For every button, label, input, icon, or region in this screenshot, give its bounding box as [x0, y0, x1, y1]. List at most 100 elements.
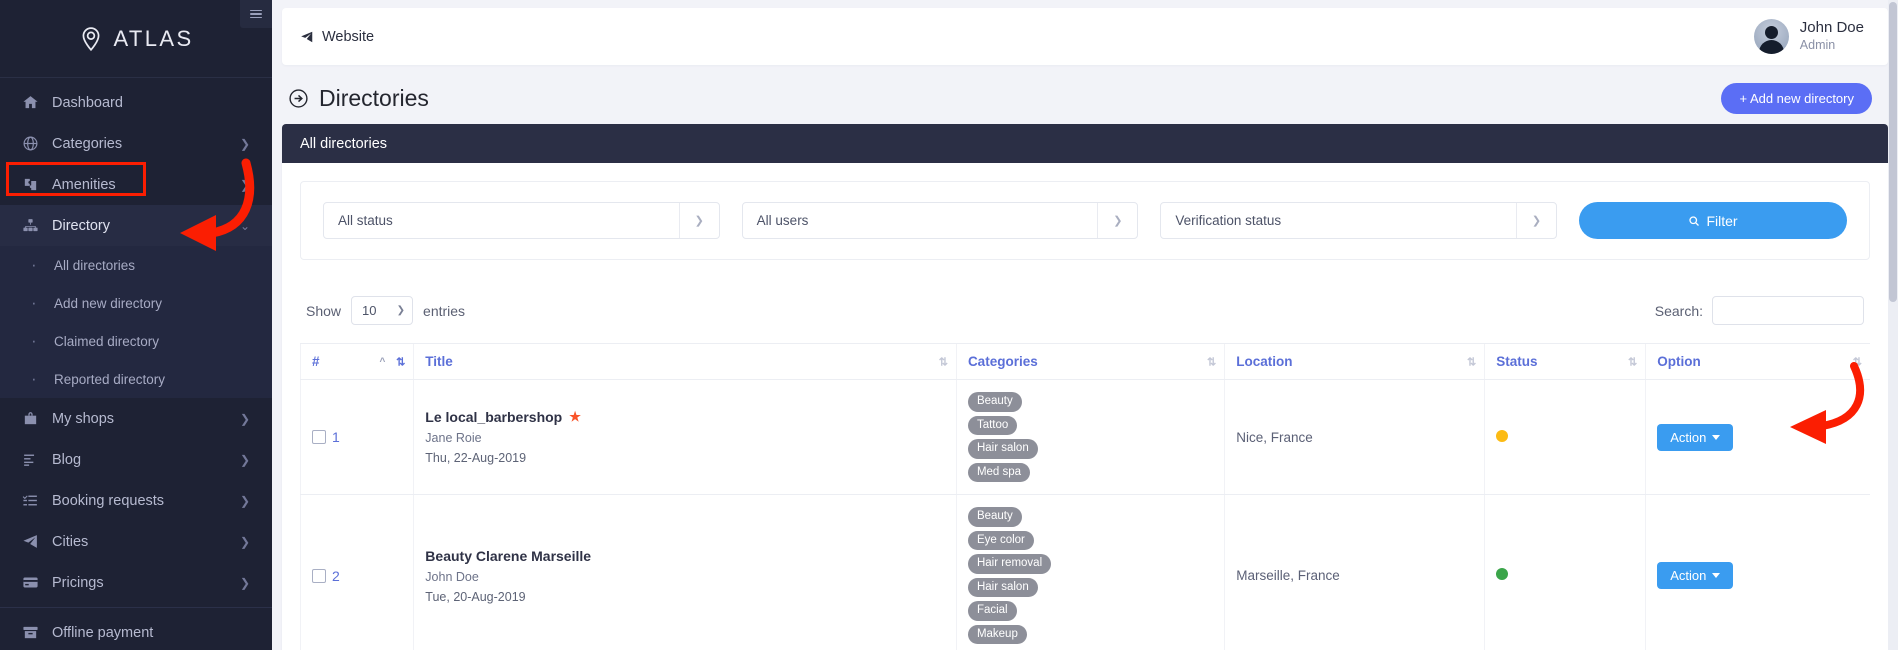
sitemap-icon: [22, 217, 52, 234]
checklist-icon: [22, 492, 52, 509]
row-title[interactable]: Le local_barbershop: [425, 409, 562, 425]
app-root: ATLAS Dashboard Categories ❯ Amenities ❯…: [0, 0, 1898, 650]
page-scrollbar[interactable]: [1888, 0, 1898, 650]
row-title[interactable]: Beauty Clarene Marseille: [425, 548, 591, 564]
row-location: Marseille, France: [1236, 568, 1340, 584]
card-body: All status ❯ All users ❯ Verification st…: [282, 163, 1888, 650]
column-header-option[interactable]: Option ⇅: [1645, 343, 1870, 380]
all-directories-card: All directories All status ❯ All users ❯…: [282, 124, 1888, 650]
row-index: 2: [332, 567, 340, 584]
category-badge: Makeup: [967, 624, 1027, 645]
sidebar-item-cities[interactable]: Cities ❯: [0, 521, 272, 562]
sidebar-item-pricings[interactable]: Pricings ❯: [0, 562, 272, 603]
arrow-circle-right-icon: [289, 89, 308, 108]
users-filter-select[interactable]: All users ❯: [741, 202, 1139, 239]
row-checkbox[interactable]: [312, 568, 326, 583]
sidebar-item-categories[interactable]: Categories ❯: [0, 123, 272, 164]
user-menu[interactable]: John Doe Admin: [1753, 19, 1864, 54]
sidebar-item-directory[interactable]: Directory ⌄: [0, 205, 272, 246]
table-row: 1 Le local_barbershop ★ Jane Roie Thu, 2…: [299, 379, 1870, 496]
sidebar-subitem-label: Add new directory: [54, 295, 163, 311]
row-index-cell: 1: [299, 379, 414, 496]
row-title-cell: Beauty Clarene Marseille John Doe Tue, 2…: [413, 494, 957, 650]
puzzle-icon: [22, 176, 52, 193]
sidebar-item-booking-requests[interactable]: Booking requests ❯: [0, 480, 272, 521]
category-badge: Facial: [967, 601, 1017, 621]
page-title-text: Directories: [319, 85, 429, 111]
hamburger-icon: [250, 8, 262, 21]
user-role: Admin: [1799, 38, 1836, 53]
sidebar-item-offline-payment[interactable]: Offline payment: [0, 612, 272, 650]
sort-icon: ⇅: [1207, 356, 1216, 368]
lines-icon: [22, 451, 52, 468]
sidebar-item-label: Cities: [52, 533, 89, 550]
sidebar-subitem-add-new-directory[interactable]: · Add new directory: [0, 284, 272, 322]
top-bar: Website John Doe Admin: [282, 8, 1888, 65]
column-header-status[interactable]: Status ⇅: [1484, 343, 1646, 380]
sidebar-item-amenities[interactable]: Amenities ❯: [0, 164, 272, 205]
sidebar-nav: Dashboard Categories ❯ Amenities ❯ Direc…: [0, 78, 272, 650]
brand-name: ATLAS: [113, 25, 194, 51]
column-header-title[interactable]: Title ⇅: [413, 343, 957, 380]
sidebar-item-my-shops[interactable]: My shops ❯: [0, 398, 272, 439]
sort-icon: ⇅: [1467, 356, 1476, 368]
directory-submenu: · All directories · Add new directory · …: [0, 246, 272, 398]
search-area: Search:: [1655, 296, 1864, 325]
chevron-down-icon: ❯: [1516, 203, 1556, 238]
scrollbar-thumb[interactable]: [1889, 2, 1897, 302]
column-header-index[interactable]: # ^ ⇅: [299, 343, 414, 380]
chevron-right-icon: ❯: [239, 411, 250, 426]
sidebar-subitem-claimed-directory[interactable]: · Claimed directory: [0, 322, 272, 360]
action-button[interactable]: Action: [1657, 562, 1734, 590]
sidebar-subitem-label: All directories: [54, 257, 136, 273]
filter-button[interactable]: Filter: [1579, 202, 1848, 239]
show-label: Show: [306, 302, 342, 319]
featured-star-icon: ★: [569, 409, 581, 425]
chevron-right-icon: ❯: [239, 177, 250, 192]
sidebar-subitem-all-directories[interactable]: · All directories: [0, 246, 272, 284]
column-header-location[interactable]: Location ⇅: [1224, 343, 1485, 380]
credit-card-icon: [22, 574, 52, 591]
caret-down-icon: [1712, 434, 1721, 440]
table-row: 2 Beauty Clarene Marseille John Doe Tue,…: [299, 494, 1870, 650]
row-location: Nice, France: [1236, 429, 1313, 445]
sidebar-collapse-button[interactable]: [240, 0, 272, 28]
caret-down-icon: [1712, 573, 1721, 579]
sidebar-item-label: Amenities: [52, 176, 116, 193]
sort-asc-marker: ^: [379, 356, 386, 367]
sidebar-subitem-reported-directory[interactable]: · Reported directory: [0, 360, 272, 398]
row-date: Thu, 22-Aug-2019: [425, 451, 527, 466]
entries-label: entries: [423, 302, 466, 319]
column-header-categories[interactable]: Categories ⇅: [955, 343, 1225, 380]
row-checkbox[interactable]: [312, 430, 326, 445]
nav-divider: [0, 607, 272, 608]
directories-table: # ^ ⇅ Title ⇅ Categories ⇅ Location ⇅ St…: [299, 343, 1870, 650]
status-filter-select[interactable]: All status ❯: [323, 202, 720, 239]
chevron-right-icon: ❯: [239, 136, 250, 151]
sidebar-item-dashboard[interactable]: Dashboard: [0, 82, 272, 123]
sidebar-item-blog[interactable]: Blog ❯: [0, 439, 272, 480]
row-status-cell: [1484, 379, 1646, 496]
website-link[interactable]: Website: [300, 29, 374, 45]
search-input[interactable]: [1712, 296, 1864, 325]
row-index: 1: [332, 429, 340, 446]
chevron-down-icon: ⌄: [239, 218, 250, 233]
row-owner: John Doe: [425, 569, 479, 584]
verification-filter-select[interactable]: Verification status ❯: [1160, 202, 1558, 239]
search-icon: [1689, 215, 1700, 226]
page-header: Directories + Add new directory: [272, 65, 1898, 124]
page-length-select[interactable]: 10 ❯: [351, 296, 414, 325]
map-pin-icon: [83, 26, 100, 51]
sidebar-subitem-label: Claimed directory: [54, 333, 160, 349]
sidebar-item-label: Directory: [52, 217, 111, 234]
chevron-right-icon: ❯: [239, 493, 250, 508]
status-filter-value: All status: [338, 213, 393, 228]
row-location-cell: Marseille, France: [1224, 494, 1485, 650]
home-icon: [22, 94, 52, 111]
filter-panel: All status ❯ All users ❯ Verification st…: [300, 181, 1870, 260]
sidebar-item-label: Categories: [52, 135, 123, 152]
page-title: Directories: [288, 85, 429, 112]
add-new-directory-button[interactable]: + Add new directory: [1721, 83, 1872, 114]
action-button[interactable]: Action: [1657, 423, 1734, 451]
website-link-label: Website: [322, 28, 375, 45]
